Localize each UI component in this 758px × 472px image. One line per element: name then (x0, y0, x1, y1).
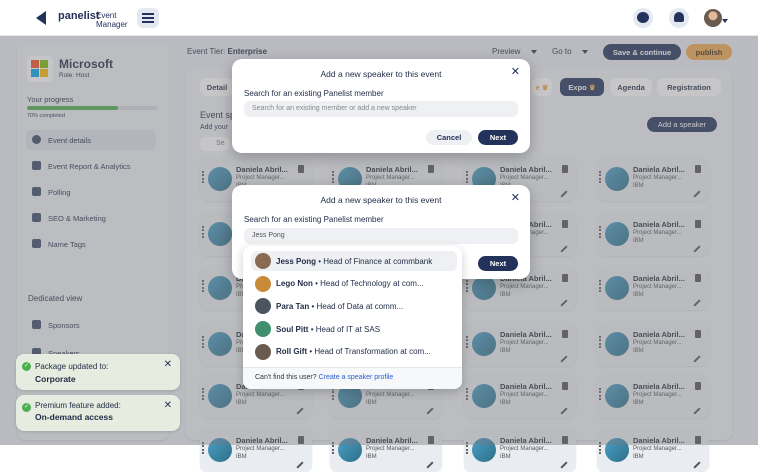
next-button[interactable]: Next (478, 256, 518, 271)
chevron-down-icon[interactable] (722, 19, 728, 23)
dropdown-footer: Can't find this user? Create a speaker p… (243, 367, 462, 389)
search-result-item[interactable]: Para Tan • Head of Data at comm... (251, 296, 457, 316)
close-icon[interactable]: ✕ (164, 359, 172, 370)
result-name: Jess Pong (276, 256, 317, 266)
result-name: Lego Non (276, 279, 313, 289)
result-avatar (255, 253, 271, 269)
search-result-item[interactable]: Lego Non • Head of Technology at com... (251, 274, 457, 294)
create-speaker-link[interactable]: Create a speaker profile (319, 374, 394, 381)
result-description: • Head of IT at SAS (310, 324, 381, 334)
user-avatar[interactable] (704, 9, 722, 27)
check-icon: ✓ (22, 403, 31, 412)
speaker-role: Project Manager... (500, 446, 549, 452)
modal-title: Add a new speaker to this event (320, 195, 442, 205)
toast-package: ✓ Package updated to: Corporate ✕ (16, 354, 180, 390)
top-bar: panelist Event Manager (0, 0, 758, 36)
speaker-role: Project Manager... (633, 446, 682, 452)
search-input[interactable]: Search for an existing member or add a n… (244, 101, 518, 117)
speaker-role: Project Manager... (236, 446, 285, 452)
result-avatar (255, 275, 271, 292)
speaker-company: IBM (366, 454, 377, 460)
back-arrow-icon[interactable] (36, 11, 46, 25)
result-name: Roll Gift (276, 347, 308, 357)
search-results-dropdown: Jess Pong • Head of Finance at commbank L… (243, 246, 462, 389)
result-description: • Head of Finance at commbank (318, 256, 433, 266)
hamburger-icon (142, 13, 154, 23)
speaker-role: Project Manager... (366, 446, 415, 452)
check-icon: ✓ (22, 362, 31, 371)
modal-title: Add a new speaker to this event (320, 69, 442, 79)
result-avatar (255, 343, 271, 360)
toast-title: Premium feature added: (35, 401, 121, 410)
search-result-item[interactable]: Soul Pitt • Head of IT at SAS (251, 319, 457, 339)
cancel-button[interactable]: Cancel (426, 130, 472, 145)
speaker-company: IBM (633, 454, 644, 460)
speaker-company: IBM (236, 454, 247, 460)
chat-icon (637, 12, 649, 23)
result-description: • Head of Transformation at com... (309, 347, 431, 357)
speaker-company: IBM (500, 454, 511, 460)
edit-icon[interactable] (560, 461, 568, 469)
result-description: • Head of Data at comm... (311, 301, 404, 311)
search-result-item[interactable]: Roll Gift • Head of Transformation at co… (251, 342, 457, 362)
brand-logo: panelist (58, 10, 100, 22)
edit-icon[interactable] (296, 461, 304, 469)
brand-subtitle-2: Manager (96, 20, 128, 29)
search-result-item[interactable]: Jess Pong • Head of Finance at commbank (251, 251, 457, 271)
toast-feature: ✓ Premium feature added: On-demand acces… (16, 395, 180, 431)
search-label: Search for an existing Panelist member (244, 215, 384, 224)
result-name: Soul Pitt (276, 324, 309, 334)
menu-button[interactable] (137, 8, 159, 28)
result-avatar (255, 321, 271, 338)
bell-icon (674, 12, 684, 22)
chat-button[interactable] (633, 8, 653, 28)
search-label: Search for an existing Panelist member (244, 89, 384, 98)
result-description: • Head of Technology at com... (315, 279, 424, 289)
close-icon[interactable]: ✕ (164, 400, 172, 411)
edit-icon[interactable] (693, 461, 701, 469)
result-avatar (255, 298, 271, 315)
add-speaker-modal-empty: Add a new speaker to this event ✕ Search… (232, 59, 530, 153)
close-icon[interactable]: ✕ (511, 65, 520, 78)
next-button[interactable]: Next (478, 130, 518, 145)
search-input[interactable]: Jess Pong (244, 228, 518, 244)
result-name: Para Tan (276, 301, 310, 311)
brand-subtitle-1: Event (96, 11, 117, 20)
notifications-button[interactable] (669, 8, 689, 28)
edit-icon[interactable] (426, 461, 434, 469)
footer-text: Can't find this user? (255, 374, 317, 381)
toast-title: Package updated to: (35, 362, 109, 371)
close-icon[interactable]: ✕ (511, 191, 520, 204)
toast-value: Corporate (35, 374, 76, 384)
toast-value: On-demand access (35, 412, 113, 422)
